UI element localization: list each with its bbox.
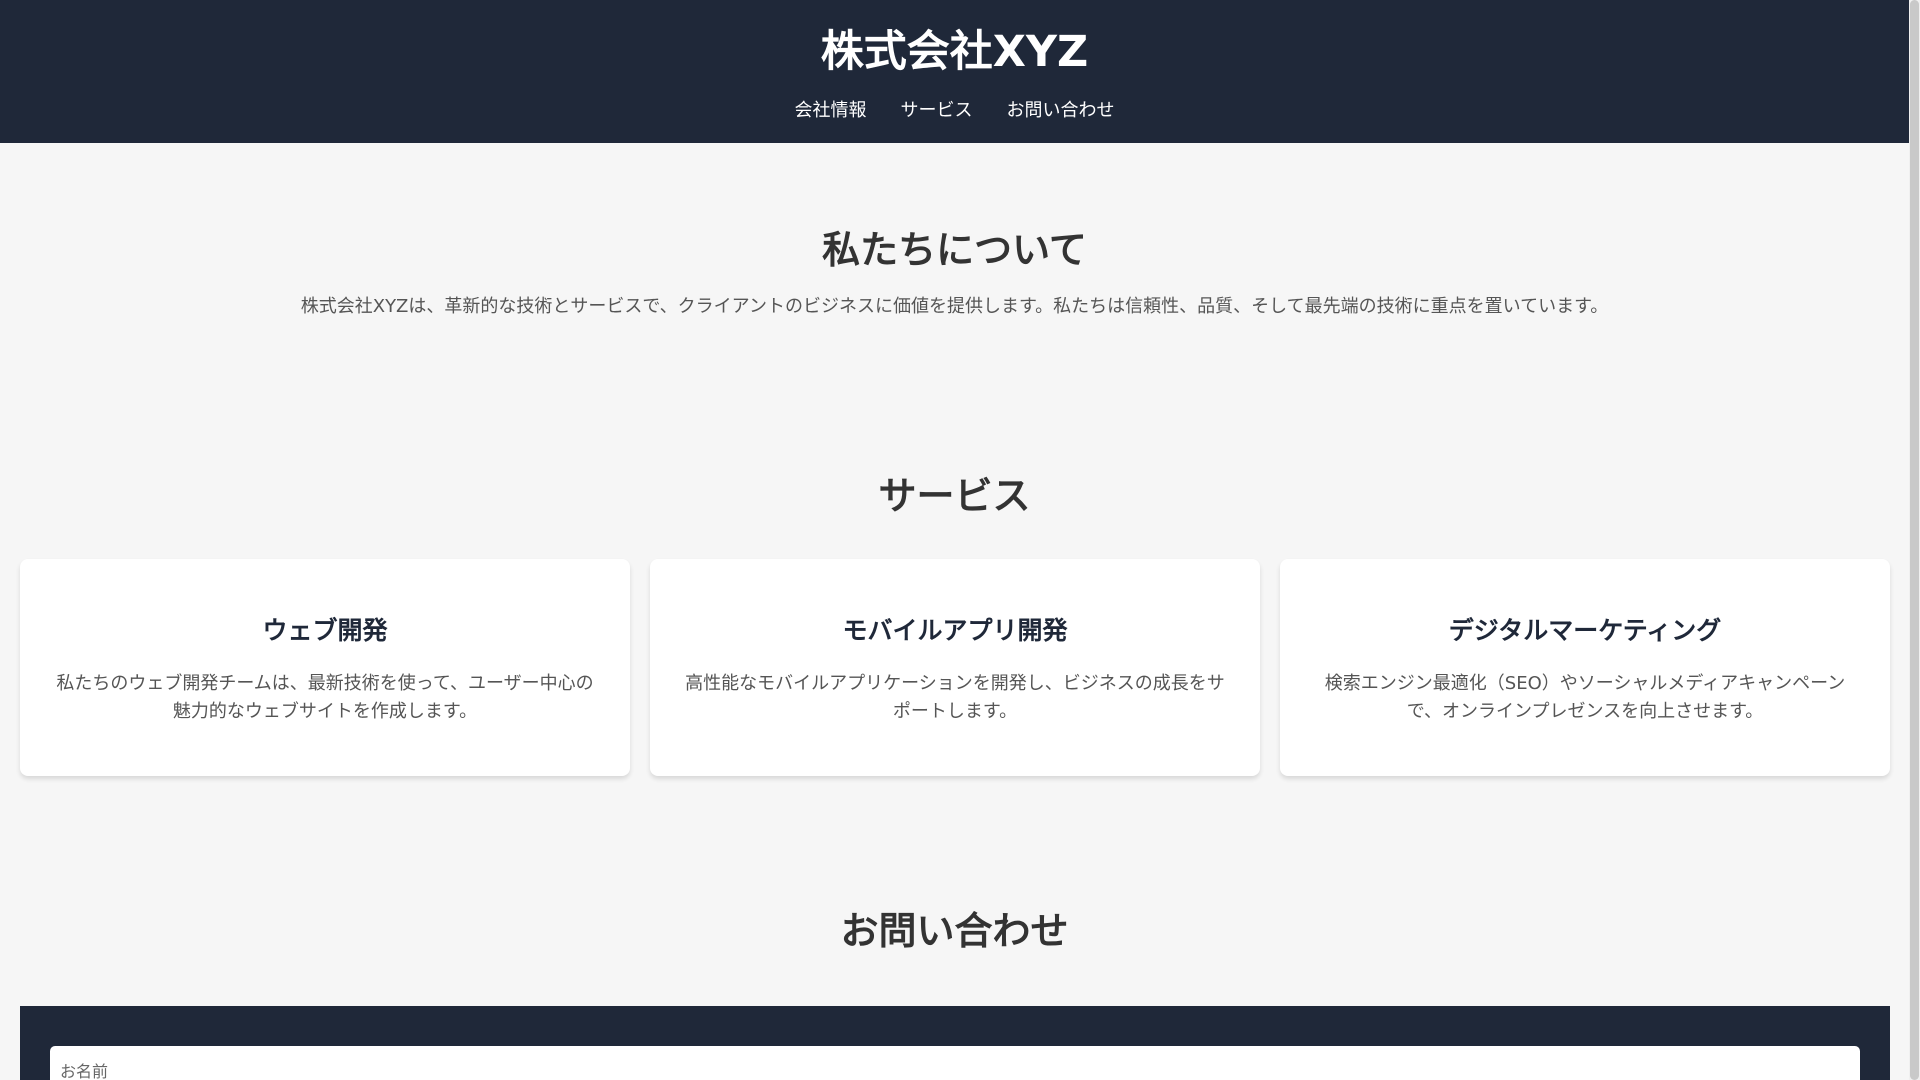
service-card-mobile-app-development: モバイルアプリ開発 高性能なモバイルアプリケーションを開発し、ビジネスの成長をサ… xyxy=(650,559,1260,776)
service-card-title: ウェブ開発 xyxy=(262,616,388,645)
page: 株式会社XYZ 会社情報 サービス お問い合わせ 私たちについて 株式会社XYZ… xyxy=(0,0,1920,1080)
service-card-text: 私たちのウェブ開発チームは、最新技術を使って、ユーザー中心の魅力的なウェブサイト… xyxy=(56,673,594,722)
nav-link-contact[interactable]: お問い合わせ xyxy=(1007,96,1115,126)
scrollbar-thumb[interactable] xyxy=(1910,0,1919,1080)
contact-heading: お問い合わせ xyxy=(840,909,1069,953)
contact-form xyxy=(20,1006,1890,1080)
nav-link-company-info[interactable]: 会社情報 xyxy=(795,96,867,126)
site-title: 株式会社XYZ xyxy=(820,27,1089,77)
about-text: 株式会社XYZは、革新的な技術とサービスで、クライアントのビジネスに価値を提供し… xyxy=(300,296,1609,317)
nav-link-services[interactable]: サービス xyxy=(901,96,973,126)
service-card-digital-marketing: デジタルマーケティング 検索エンジン最適化（SEO）やソーシャルメディアキャンペ… xyxy=(1280,559,1890,776)
service-card-web-development: ウェブ開発 私たちのウェブ開発チームは、最新技術を使って、ユーザー中心の魅力的な… xyxy=(20,559,630,776)
main-nav: 会社情報 サービス お問い合わせ xyxy=(0,96,1909,126)
site-header: 株式会社XYZ 会社情報 サービス お問い合わせ xyxy=(0,0,1909,143)
service-card-text: 検索エンジン最適化（SEO）やソーシャルメディアキャンペーンで、オンラインプレゼ… xyxy=(1324,673,1846,722)
about-heading: 私たちについて xyxy=(822,228,1087,272)
service-card-title: モバイルアプリ開発 xyxy=(842,616,1068,645)
service-card-text: 高性能なモバイルアプリケーションを開発し、ビジネスの成長をサポートします。 xyxy=(685,673,1225,722)
services-heading: サービス xyxy=(878,474,1031,518)
name-input[interactable] xyxy=(50,1046,1860,1080)
service-card-title: デジタルマーケティング xyxy=(1448,616,1722,645)
scrollbar-track[interactable] xyxy=(1909,0,1920,1080)
